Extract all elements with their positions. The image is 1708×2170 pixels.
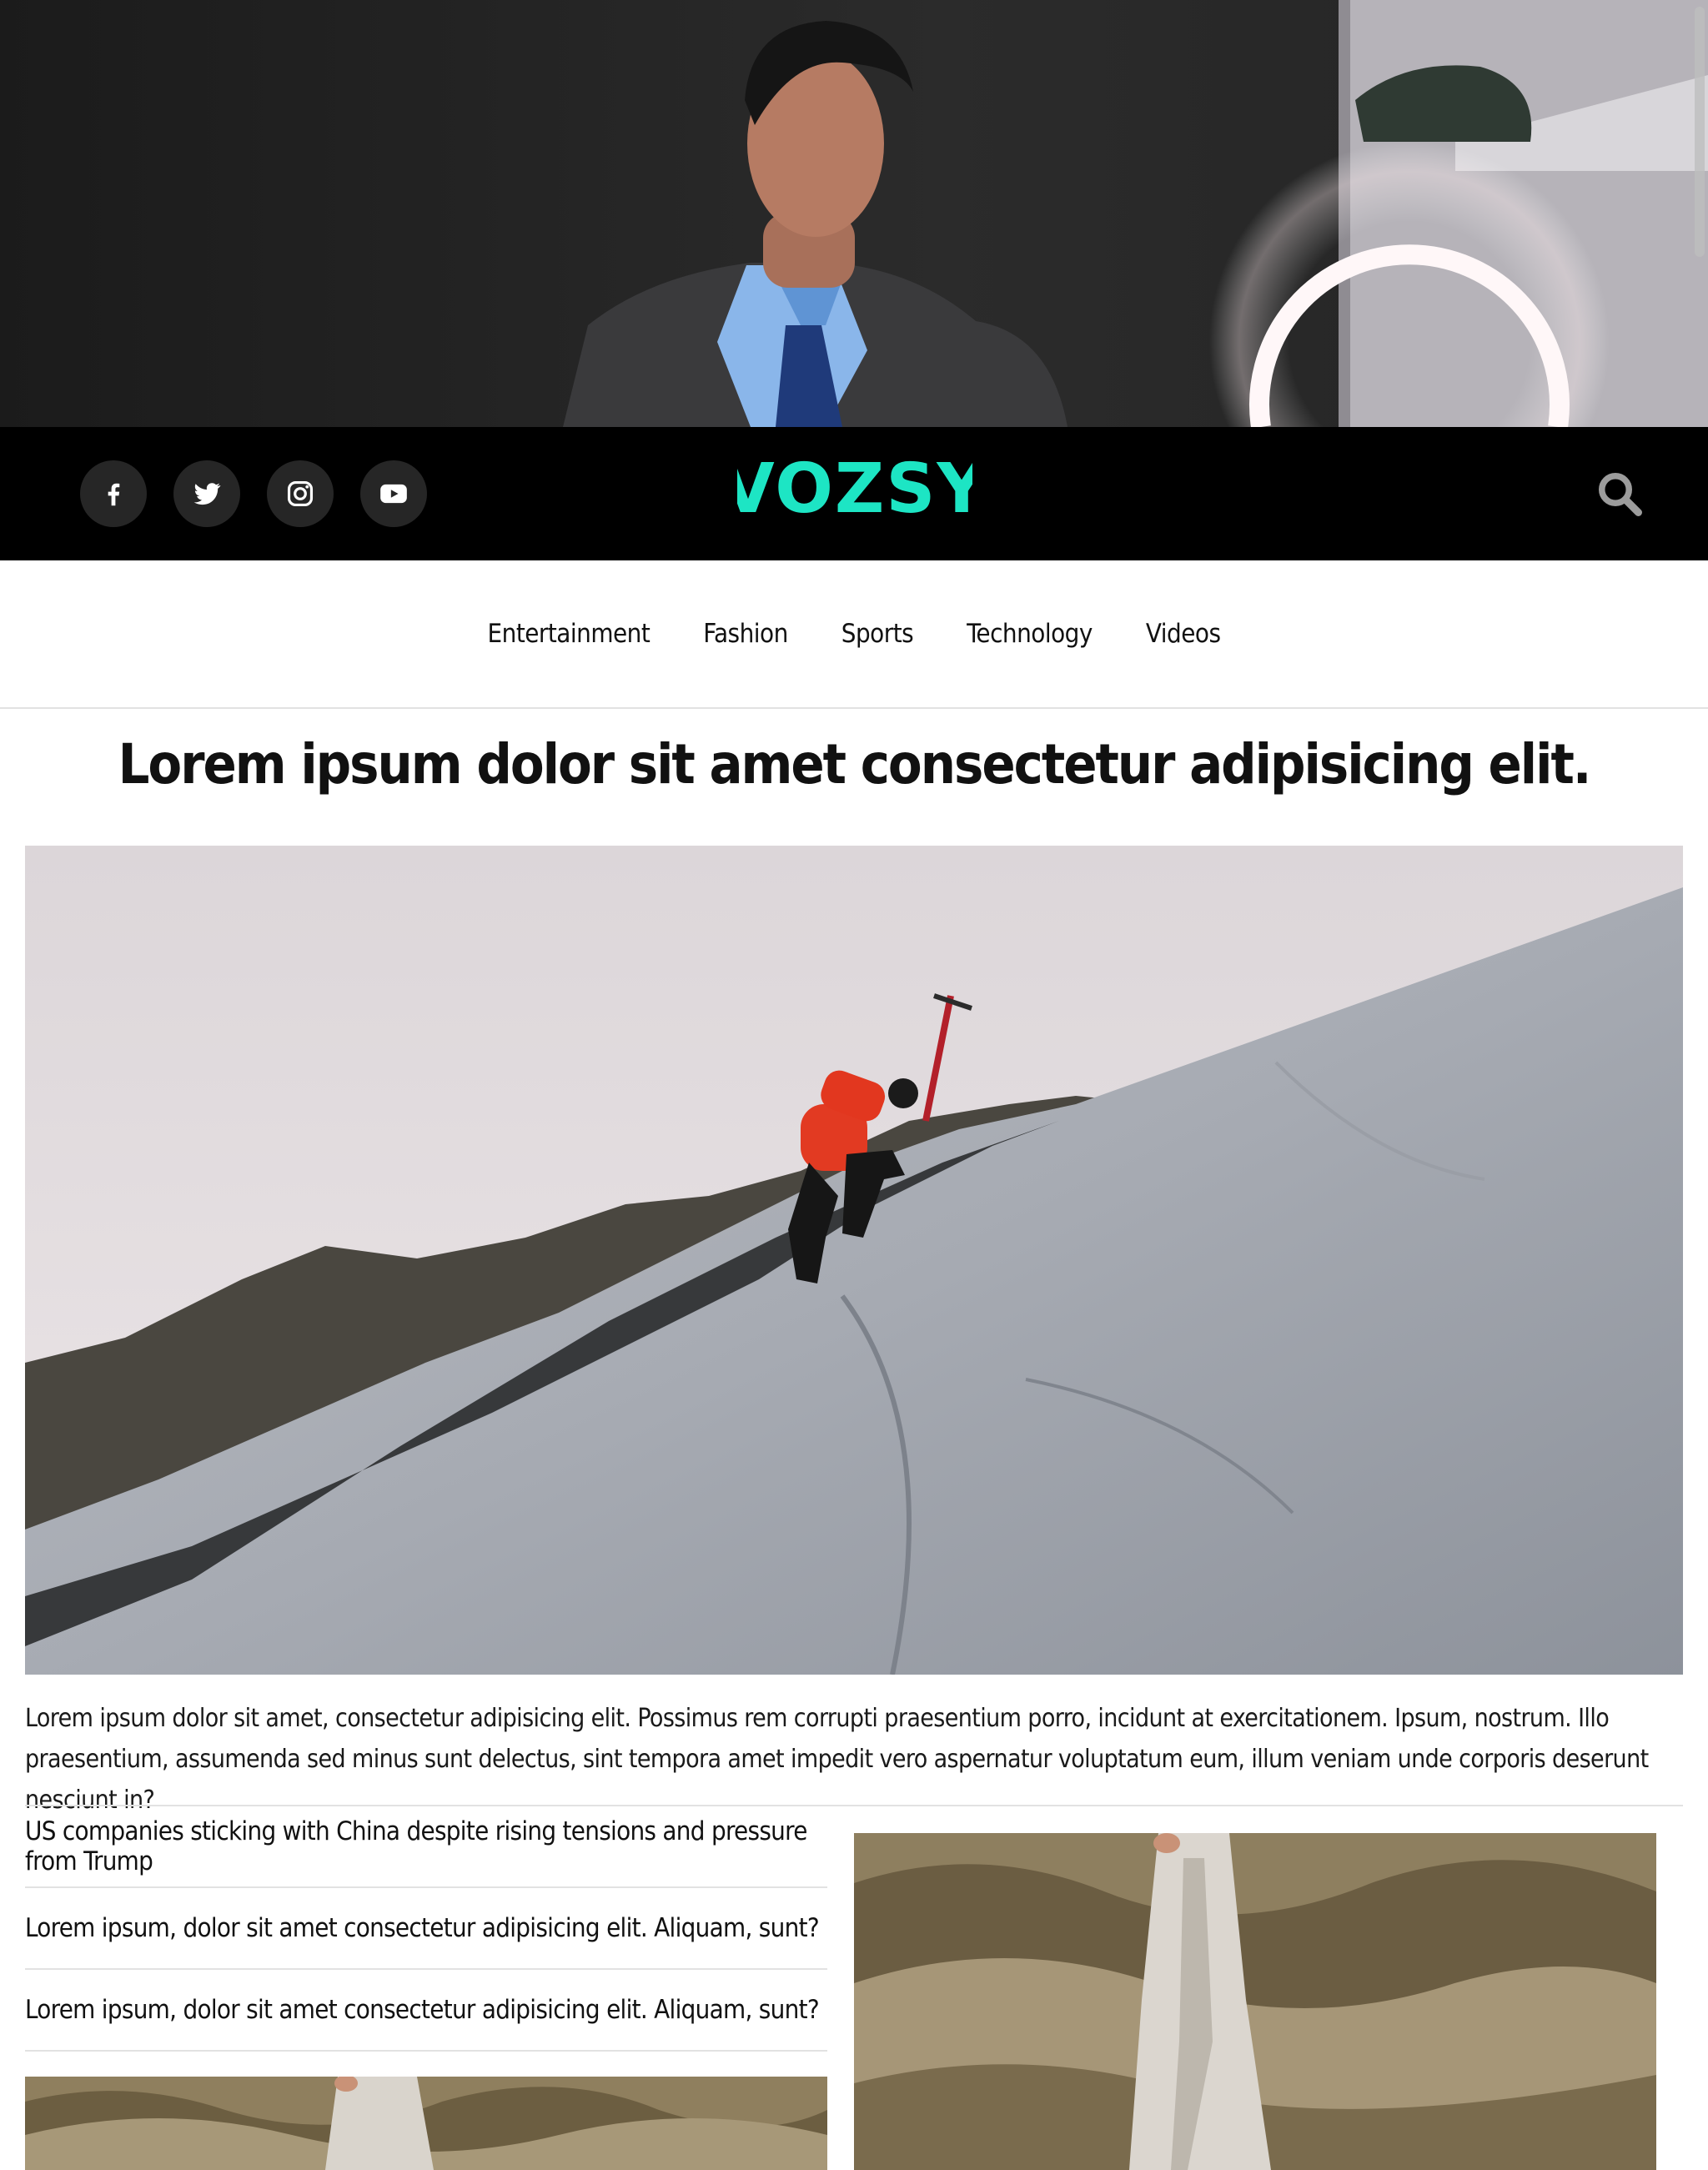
instagram-link[interactable] <box>267 460 334 527</box>
facebook-icon <box>108 483 120 506</box>
youtube-icon <box>380 484 407 504</box>
youtube-link[interactable] <box>360 460 427 527</box>
article-headline: Lorem ipsum dolor sit amet consectetur a… <box>118 732 1592 796</box>
main-nav: Entertainment Fashion Sports Technology … <box>0 560 1708 709</box>
twitter-icon <box>193 483 221 505</box>
nav-item-fashion[interactable]: Fashion <box>703 619 788 649</box>
list-item[interactable]: Lorem ipsum, dolor sit amet consectetur … <box>25 1888 827 1970</box>
page-scrollbar[interactable] <box>1695 7 1705 257</box>
svg-text:VOZSY: VOZSY <box>737 454 972 522</box>
list-item[interactable]: US companies sticking with China despite… <box>25 1806 827 1888</box>
article-lead: Lorem ipsum dolor sit amet, consectetur … <box>25 1704 1649 1815</box>
related-link[interactable]: US companies sticking with China despite… <box>25 1816 827 1876</box>
list-item[interactable]: Lorem ipsum, dolor sit amet consectetur … <box>25 1970 827 2052</box>
nav-item-entertainment[interactable]: Entertainment <box>488 619 651 649</box>
facebook-link[interactable] <box>80 460 147 527</box>
related-list: US companies sticking with China despite… <box>25 1806 827 2052</box>
related-link[interactable]: Lorem ipsum, dolor sit amet consectetur … <box>25 1995 820 2025</box>
nav-item-technology[interactable]: Technology <box>967 619 1093 649</box>
related-thumbnail-image[interactable] <box>25 2077 827 2170</box>
featured-thumbnail-image[interactable] <box>854 1833 1656 2170</box>
instagram-icon <box>287 480 314 507</box>
vozsy-logo[interactable]: VOZSY <box>737 454 972 522</box>
brand-bar: VOZSY <box>0 427 1708 560</box>
related-link[interactable]: Lorem ipsum, dolor sit amet consectetur … <box>25 1913 820 1943</box>
twitter-link[interactable] <box>173 460 240 527</box>
article-main-image[interactable] <box>25 846 1683 1675</box>
hero-banner-image <box>0 0 1708 427</box>
nav-item-videos[interactable]: Videos <box>1146 619 1221 649</box>
search-icon[interactable] <box>1595 469 1645 519</box>
nav-item-sports[interactable]: Sports <box>841 619 914 649</box>
